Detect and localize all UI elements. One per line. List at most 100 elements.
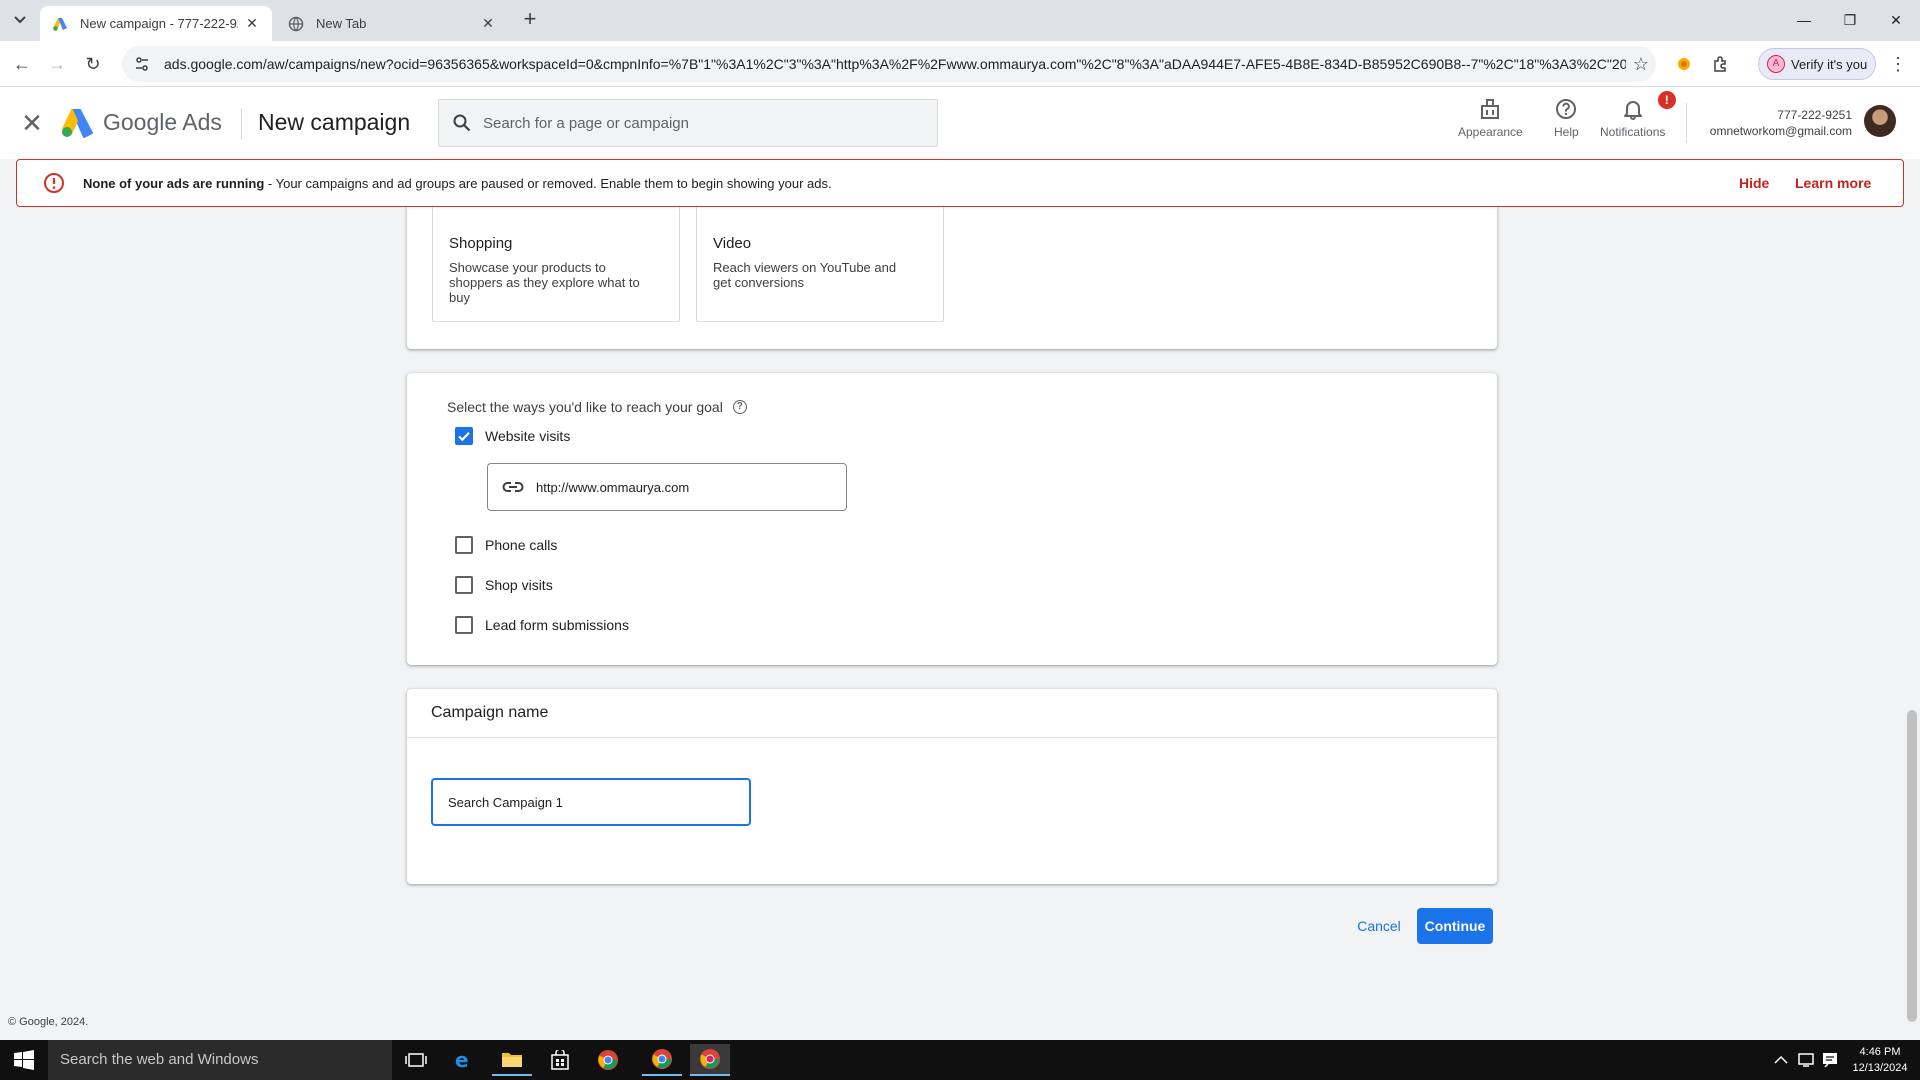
option-label: Shop visits <box>485 577 553 593</box>
system-clock[interactable]: 4:46 PM 12/13/2024 <box>1848 1044 1912 1076</box>
file-explorer-icon[interactable] <box>492 1044 532 1076</box>
avatar[interactable] <box>1864 105 1896 137</box>
account-email: omnetworkom@gmail.com <box>1709 124 1852 138</box>
edge-browser-icon[interactable]: e <box>444 1044 484 1076</box>
divider <box>407 737 1497 738</box>
notification-badge: ! <box>1657 91 1676 109</box>
address-bar[interactable]: ads.google.com/aw/campaigns/new?ocid=963… <box>122 46 1656 82</box>
checkbox-icon[interactable] <box>455 616 473 634</box>
option-website-visits[interactable]: Website visits <box>455 427 570 445</box>
alert-message: None of your ads are running - Your camp… <box>83 176 832 191</box>
clock-time: 4:46 PM <box>1859 1046 1901 1058</box>
store-icon[interactable] <box>540 1044 580 1076</box>
tab-title: New campaign - 777-222-9251 <box>80 16 238 31</box>
hide-link[interactable]: Hide <box>1739 175 1769 191</box>
page-search-box[interactable] <box>438 99 938 147</box>
account-info[interactable]: 777-222-9251 omnetworkom@gmail.com <box>1710 107 1852 139</box>
option-lead-form-submissions[interactable]: Lead form submissions <box>455 616 629 634</box>
header-divider <box>241 108 242 140</box>
continue-button[interactable]: Continue <box>1417 908 1493 944</box>
back-arrow-icon[interactable]: ← <box>8 50 36 78</box>
globe-icon <box>288 16 304 31</box>
chrome-icon[interactable] <box>588 1044 628 1076</box>
bell-icon: ! <box>1622 91 1676 121</box>
option-label: Website visits <box>485 428 571 444</box>
campaign-type-name: Shopping <box>449 235 513 252</box>
alert-text: - Your campaigns and ad groups are pause… <box>264 175 832 191</box>
tray-chevron-up-icon[interactable] <box>1774 1040 1788 1080</box>
svg-text:e: e <box>455 1049 469 1071</box>
minimize-icon[interactable]: — <box>1784 6 1824 34</box>
campaign-type-video[interactable]: Video Reach viewers on YouTube and get c… <box>696 207 944 322</box>
help-button[interactable]: Help <box>1554 97 1579 139</box>
browser-tab-new-tab[interactable]: New Tab ✕ <box>276 6 508 41</box>
learn-more-link[interactable]: Learn more <box>1795 175 1871 191</box>
cancel-button[interactable]: Cancel <box>1351 908 1407 944</box>
option-label: Phone calls <box>485 537 558 553</box>
notifications-button[interactable]: ! Notifications <box>1600 91 1676 139</box>
extension-icon[interactable] <box>1670 50 1698 78</box>
browser-tab-strip: New campaign - 777-222-9251 ✕ New Tab ✕ … <box>0 0 1920 41</box>
close-icon[interactable]: ✕ <box>20 110 44 136</box>
chrome-active-window-icon[interactable] <box>690 1044 730 1076</box>
chrome-profile-icon[interactable] <box>642 1044 682 1076</box>
taskbar-search-box[interactable]: Search the web and Windows <box>48 1040 392 1080</box>
campaign-name-input[interactable] <box>431 778 751 826</box>
task-view-icon[interactable] <box>396 1044 436 1076</box>
campaign-name-card: Campaign name <box>407 689 1497 884</box>
campaign-type-shopping[interactable]: Shopping Showcase your products to shopp… <box>432 207 680 322</box>
goal-question: Select the ways you'd like to reach your… <box>447 399 747 415</box>
help-circle-icon[interactable]: ? <box>732 400 747 414</box>
clock-date: 12/13/2024 <box>1852 1062 1908 1074</box>
browser-menu-icon[interactable]: ⋮ <box>1888 50 1908 78</box>
page-title: New campaign <box>258 109 411 135</box>
verify-label: Verify it's you <box>1791 56 1868 72</box>
checkbox-icon[interactable] <box>455 576 473 594</box>
close-tab-icon[interactable]: ✕ <box>244 15 260 32</box>
windows-start-icon[interactable] <box>0 1040 48 1080</box>
checkbox-checked-icon[interactable] <box>455 427 473 445</box>
scrollbar-thumb[interactable] <box>1907 710 1917 1022</box>
main-content: Shopping Showcase your products to shopp… <box>0 207 1920 1017</box>
tab-search-chevron-icon[interactable] <box>8 8 32 32</box>
browser-tab-active[interactable]: New campaign - 777-222-9251 ✕ <box>40 6 272 41</box>
campaign-type-name: Video <box>713 235 752 252</box>
ads-header: ✕ Google Ads New campaign Appearance Hel… <box>0 87 1920 159</box>
ads-not-running-alert: None of your ads are running - Your camp… <box>16 159 1904 207</box>
tab-title: New Tab <box>316 16 367 31</box>
search-icon <box>453 114 471 132</box>
taskbar: Search the web and Windows e 4:46 PM 12/… <box>0 1040 1920 1080</box>
network-icon[interactable] <box>1798 1040 1816 1080</box>
restore-icon[interactable]: ❐ <box>1830 6 1870 34</box>
alert-bold-text: None of your ads are running <box>83 175 265 191</box>
profile-avatar-icon: A <box>1767 55 1785 73</box>
account-divider <box>1686 103 1687 143</box>
option-phone-calls[interactable]: Phone calls <box>455 536 557 554</box>
window-close-icon[interactable]: ✕ <box>1876 6 1916 34</box>
appearance-icon <box>1479 97 1501 121</box>
website-url-value: http://www.ommaurya.com <box>536 479 690 495</box>
campaign-type-description: Showcase your products to shoppers as th… <box>449 260 640 305</box>
link-icon <box>502 482 524 492</box>
checkbox-icon[interactable] <box>455 536 473 554</box>
brand-name: Google Ads <box>103 109 222 135</box>
close-tab-icon[interactable]: ✕ <box>480 15 496 32</box>
goal-label: Select the ways you'd like to reach your… <box>447 399 723 415</box>
reload-icon[interactable]: ↻ <box>79 50 107 78</box>
appearance-label: Appearance <box>1458 125 1523 139</box>
action-center-icon[interactable] <box>1822 1040 1838 1080</box>
campaign-type-card: Shopping Showcase your products to shopp… <box>407 207 1497 349</box>
google-ads-favicon-icon <box>53 17 67 31</box>
site-settings-icon[interactable] <box>132 54 152 74</box>
appearance-button[interactable]: Appearance <box>1458 97 1523 139</box>
help-label: Help <box>1554 125 1579 139</box>
verify-profile-chip[interactable]: A Verify it's you <box>1758 48 1876 80</box>
option-shop-visits[interactable]: Shop visits <box>455 576 553 594</box>
forward-arrow-icon[interactable]: → <box>43 50 71 78</box>
website-url-field[interactable]: http://www.ommaurya.com <box>487 463 847 511</box>
search-input[interactable] <box>483 114 903 132</box>
extensions-puzzle-icon[interactable] <box>1707 50 1735 78</box>
copyright: © Google, 2024. <box>8 1016 89 1028</box>
bookmark-star-icon[interactable]: ☆ <box>1626 54 1656 75</box>
new-tab-plus-icon[interactable]: + <box>518 8 542 32</box>
